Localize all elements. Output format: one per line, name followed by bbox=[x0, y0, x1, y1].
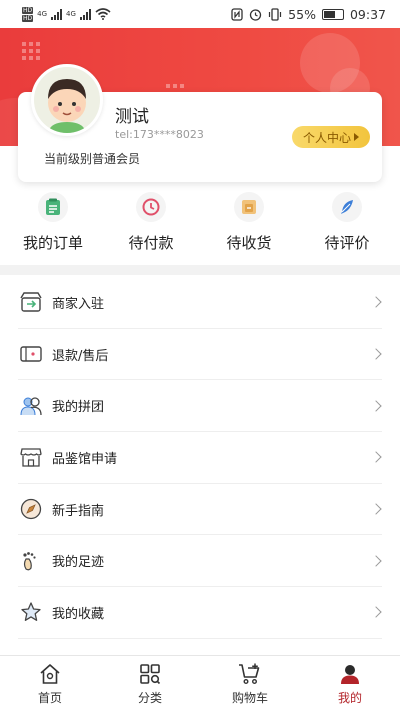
menu-item-label: 我的收藏 bbox=[52, 606, 105, 622]
wifi-icon bbox=[95, 8, 111, 20]
profile-icon bbox=[341, 665, 359, 684]
group-icon bbox=[20, 395, 42, 417]
chevron-right-icon bbox=[370, 606, 382, 619]
menu-item-label: 新手指南 bbox=[52, 503, 105, 519]
menu-list: 商家入驻 退款/售后 我的拼团 品鉴馆申请 新手指南 我的足迹 我的收藏 bbox=[18, 277, 382, 639]
member-level: 当前级别普通会员 bbox=[44, 152, 141, 166]
chevron-right-icon bbox=[370, 555, 382, 567]
order-item-all[interactable]: 我的订单 bbox=[8, 192, 98, 262]
tab-home[interactable]: 首页 bbox=[0, 656, 100, 711]
menu-item-merchant-entry[interactable]: 商家入驻 bbox=[18, 277, 382, 329]
battery-percent: 55% bbox=[288, 6, 316, 22]
avatar[interactable] bbox=[31, 64, 103, 136]
menu-item-label: 我的拼团 bbox=[52, 400, 105, 416]
store-entry-icon bbox=[20, 291, 42, 313]
username: 测试 bbox=[115, 107, 149, 127]
chevron-right-icon bbox=[370, 503, 382, 515]
hd-badge: HD bbox=[22, 6, 34, 14]
order-item-to-review[interactable]: 待评价 bbox=[302, 192, 392, 262]
refund-icon bbox=[20, 343, 42, 365]
personal-center-button[interactable]: 个人中心 bbox=[292, 126, 370, 148]
menu-item-group-buy[interactable]: 我的拼团 bbox=[18, 380, 382, 433]
order-item-label: 待付款 bbox=[128, 234, 174, 252]
menu-item-label: 我的足迹 bbox=[52, 555, 105, 571]
user-tel: tel:173****8023 bbox=[115, 128, 204, 141]
menu-item-tasting-hall-apply[interactable]: 品鉴馆申请 bbox=[18, 432, 382, 484]
vibrate-icon bbox=[269, 7, 282, 21]
chevron-right-icon bbox=[370, 348, 382, 360]
footprint-icon bbox=[20, 550, 42, 572]
triangle-right-icon bbox=[354, 133, 359, 141]
status-left: HD HD 4G 4G bbox=[22, 6, 111, 22]
menu-item-beginner-guide[interactable]: 新手指南 bbox=[18, 484, 382, 536]
tab-cart[interactable]: 购物车 bbox=[200, 656, 300, 711]
order-shortcuts: 我的订单 待付款 待收货 待评价 bbox=[0, 192, 400, 262]
sim-indicators: HD HD bbox=[22, 6, 34, 22]
order-list-icon bbox=[38, 192, 68, 222]
package-icon bbox=[234, 192, 264, 222]
tab-label: 首页 bbox=[37, 691, 62, 705]
category-icon bbox=[140, 664, 161, 685]
nfc-icon bbox=[231, 7, 243, 21]
signal-icon-2 bbox=[79, 8, 91, 20]
signal-icon bbox=[51, 8, 63, 20]
order-item-unpaid[interactable]: 待付款 bbox=[106, 192, 196, 262]
cart-icon bbox=[239, 663, 260, 685]
tab-label: 购物车 bbox=[231, 691, 268, 705]
status-bar: HD HD 4G 4G 55% 09:37 bbox=[0, 0, 400, 28]
menu-item-label: 商家入驻 bbox=[52, 296, 105, 312]
section-divider bbox=[0, 265, 400, 275]
menu-item-favorites[interactable]: 我的收藏 bbox=[18, 587, 382, 639]
star-icon bbox=[20, 601, 42, 623]
tab-category[interactable]: 分类 bbox=[100, 656, 200, 711]
menu-item-label: 退款/售后 bbox=[52, 348, 109, 364]
avatar-face-icon bbox=[34, 67, 100, 133]
alarm-icon bbox=[250, 8, 262, 21]
status-right: 55% 09:37 bbox=[231, 7, 386, 22]
menu-item-refund[interactable]: 退款/售后 bbox=[18, 329, 382, 381]
sim2-network: 4G bbox=[66, 10, 76, 18]
home-icon bbox=[40, 664, 60, 684]
sim1-network: 4G bbox=[37, 10, 48, 18]
order-item-label: 待评价 bbox=[324, 234, 370, 252]
order-item-to-receive[interactable]: 待收货 bbox=[204, 192, 294, 262]
menu-item-label: 品鉴馆申请 bbox=[52, 451, 118, 467]
chevron-right-icon bbox=[370, 400, 382, 412]
shop-icon bbox=[20, 446, 42, 468]
personal-center-label: 个人中心 bbox=[302, 130, 351, 145]
chevron-right-icon bbox=[370, 451, 382, 464]
chevron-right-icon bbox=[370, 296, 382, 309]
guide-icon bbox=[20, 498, 42, 520]
feather-icon bbox=[332, 192, 362, 222]
order-item-label: 我的订单 bbox=[22, 234, 83, 252]
hd-badge-2: HD bbox=[22, 14, 34, 22]
tab-label: 我的 bbox=[337, 691, 362, 705]
menu-item-footprint[interactable]: 我的足迹 bbox=[18, 535, 382, 588]
clock-time: 09:37 bbox=[349, 6, 386, 22]
tab-mine[interactable]: 我的 bbox=[300, 656, 400, 711]
clock-icon bbox=[136, 192, 166, 222]
tab-label: 分类 bbox=[137, 691, 162, 705]
order-item-label: 待收货 bbox=[226, 234, 272, 252]
battery-icon bbox=[321, 8, 344, 20]
bottom-tab-bar: 首页 分类 购物车 我的 bbox=[0, 655, 400, 711]
profile-card: 测试 tel:173****8023 当前级别普通会员 个人中心 bbox=[18, 64, 382, 182]
